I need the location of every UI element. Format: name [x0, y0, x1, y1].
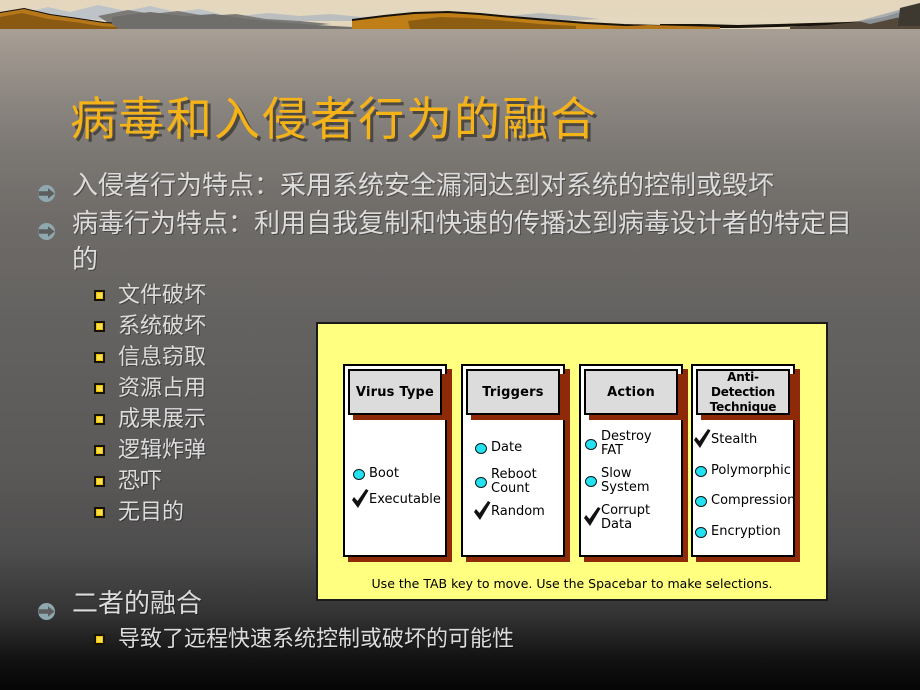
diagram-item-label: Random [491, 504, 545, 519]
diagram-column-anti-detection: Anti-Detection Technique Stealth Polymor… [691, 364, 800, 562]
bullet-level2-text: 导致了远程快速系统控制或破坏的可能性 [118, 627, 515, 652]
checkmark-icon [693, 429, 711, 448]
arrow-circle-bullet-icon [37, 215, 56, 240]
diagram-caption: Use the TAB key to move. Use the Spaceba… [371, 576, 773, 591]
diagram-item[interactable]: Stealth [693, 429, 758, 448]
bullet-level2-text: 成果展示 [118, 407, 207, 432]
cyan-dot-icon [583, 436, 601, 452]
column-items: Stealth Polymorphic Compression Encrypti… [693, 420, 795, 555]
bullet-level1: 病毒行为特点：利用自我复制和快速的传播达到病毒设计者的特定目的 [0, 206, 920, 278]
column-header: Virus Type [348, 369, 442, 415]
decorative-landscape-band [0, 0, 920, 36]
arrow-circle-bullet-icon [37, 595, 56, 620]
diagram-item-label: Destroy FAT [601, 429, 652, 458]
virus-behavior-diagram: Virus Type Boot Executable Triggers Date… [316, 322, 828, 601]
diagram-item[interactable]: Boot [351, 466, 399, 482]
column-items: Destroy FAT Slow System Corrupt Data [581, 420, 683, 555]
diagram-item-label: Stealth [711, 432, 758, 447]
diagram-column-triggers: Triggers Date Reboot Count Random [461, 364, 570, 562]
square-bullet-icon [94, 476, 105, 487]
square-bullet-icon [94, 321, 105, 332]
bullet-level2-text: 资源占用 [118, 376, 207, 401]
column-header: Action [584, 369, 678, 415]
bullet-level2-text: 信息窃取 [118, 345, 207, 370]
diagram-item[interactable]: Encryption [693, 524, 781, 540]
bullet-level2-text: 文件破坏 [118, 283, 207, 308]
bullet-level2: 导致了远程快速系统控制或破坏的可能性 [0, 624, 920, 655]
arrow-circle-bullet-icon [37, 177, 56, 202]
square-bullet-icon [94, 383, 105, 394]
diagram-column-virus-type: Virus Type Boot Executable [343, 364, 452, 562]
diagram-item[interactable]: Reboot Count [473, 468, 537, 496]
square-bullet-icon [94, 634, 105, 645]
square-bullet-icon [94, 290, 105, 301]
cyan-dot-icon [583, 473, 601, 489]
diagram-column-action: Action Destroy FAT Slow System Corrupt D… [579, 364, 688, 562]
diagram-item-label: Corrupt Data [601, 503, 651, 532]
diagram-item-label: Polymorphic [711, 463, 791, 478]
diagram-item[interactable]: Date [473, 440, 522, 456]
diagram-item-label: Date [491, 440, 523, 455]
diagram-item-label: Reboot Count [491, 467, 537, 496]
cyan-dot-icon [473, 440, 491, 456]
column-items: Date Reboot Count Random [463, 420, 565, 555]
bullet-level2-text: 逻辑炸弹 [118, 438, 207, 463]
diagram-item-label: Executable [369, 492, 441, 507]
bullet-level2: 文件破坏 [0, 280, 920, 311]
bullet-level2-text: 无目的 [118, 500, 185, 525]
bullet-level1: 入侵者行为特点：采用系统安全漏洞达到对系统的控制或毁坏 [0, 168, 920, 204]
cyan-dot-icon [351, 466, 369, 482]
bullet-level1-text: 病毒行为特点：利用自我复制和快速的传播达到病毒设计者的特定目的 [72, 209, 853, 275]
diagram-item-label: Encryption [711, 524, 781, 539]
slide-canvas: 病毒和入侵者行为的融合 入侵者行为特点：采用系统安全漏洞达到对系统的控制或毁坏 … [0, 0, 920, 690]
diagram-item[interactable]: Compression [693, 493, 795, 509]
diagram-item[interactable]: Slow System [583, 467, 649, 495]
column-header: Triggers [466, 369, 560, 415]
diagram-item-label: Boot [369, 466, 399, 481]
square-bullet-icon [94, 445, 105, 456]
slide-title: 病毒和入侵者行为的融合 [70, 92, 598, 146]
cyan-dot-icon [693, 463, 711, 479]
diagram-columns: Virus Type Boot Executable Triggers Date… [318, 324, 826, 599]
checkmark-icon [351, 489, 369, 508]
diagram-item[interactable]: Destroy FAT [583, 430, 652, 458]
bullet-level2-text: 系统破坏 [118, 314, 207, 339]
bullet-level2-text: 恐吓 [118, 469, 163, 494]
diagram-item-label: Compression [711, 493, 796, 508]
column-items: Boot Executable [345, 420, 447, 555]
square-bullet-icon [94, 414, 105, 425]
square-bullet-icon [94, 352, 105, 363]
cyan-dot-icon [473, 474, 491, 490]
diagram-item[interactable]: Executable [351, 489, 441, 508]
cyan-dot-icon [693, 524, 711, 540]
diagram-item[interactable]: Corrupt Data [583, 504, 650, 532]
diagram-item-label: Slow System [601, 466, 650, 495]
checkmark-icon [583, 507, 601, 526]
bullet-level1-text: 二者的融合 [72, 589, 203, 619]
column-header: Anti-Detection Technique [696, 369, 790, 415]
landscape-artwork-icon [0, 3, 920, 36]
diagram-item[interactable]: Polymorphic [693, 463, 791, 479]
square-bullet-icon [94, 507, 105, 518]
cyan-dot-icon [693, 493, 711, 509]
diagram-item[interactable]: Random [473, 501, 545, 520]
bullet-level1-text: 入侵者行为特点：采用系统安全漏洞达到对系统的控制或毁坏 [72, 171, 775, 201]
checkmark-icon [473, 501, 491, 520]
